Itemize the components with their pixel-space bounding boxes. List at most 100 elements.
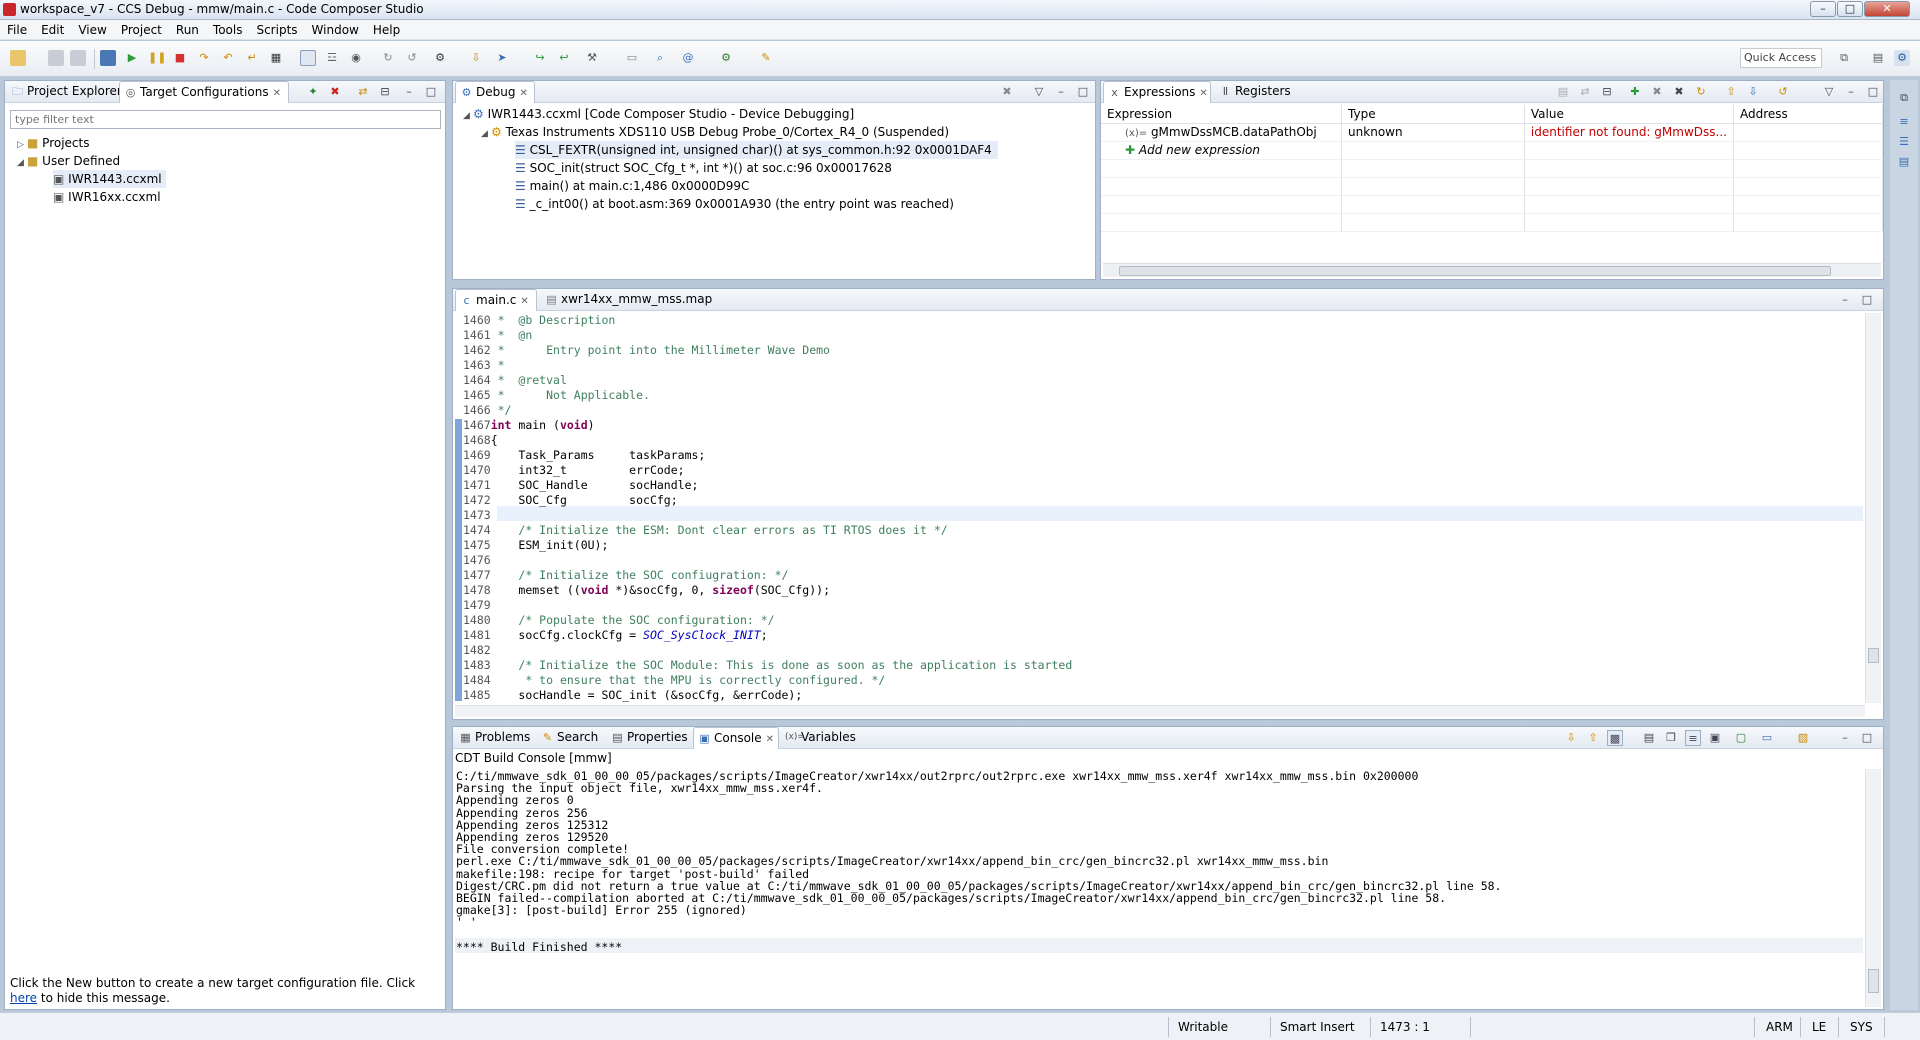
scrollbar-thumb[interactable] (1119, 266, 1831, 276)
code-line[interactable]: 1475 ESM_init(0U); (463, 538, 608, 553)
code-line[interactable]: 1483 /* Initialize the SOC Module: This … (463, 658, 1072, 673)
code-line[interactable]: 1481 socCfg.clockCfg = SOC_SysClock_INIT… (463, 628, 768, 643)
maximize-view-icon[interactable]: □ (1859, 730, 1875, 746)
export-icon[interactable]: ⇩ (1745, 84, 1761, 100)
terminate-icon[interactable]: ■ (172, 50, 188, 66)
tab-expressions[interactable]: x Expressions ✕ (1103, 81, 1211, 103)
search-icon[interactable]: ⌕ (652, 50, 668, 66)
minimize-view-icon[interactable]: – (1837, 730, 1853, 746)
clear-console-icon[interactable]: ▤ (1641, 730, 1657, 746)
memory-grid-icon[interactable]: ▦ (268, 50, 284, 66)
show-logical-icon[interactable]: ⇄ (1577, 84, 1593, 100)
step-into-icon[interactable]: ↷ (196, 50, 212, 66)
maximize-view-icon[interactable]: □ (1075, 84, 1091, 100)
debug-launch-row[interactable]: ◢ ⚙ IWR1443.ccxml [Code Composer Studio -… (463, 105, 854, 123)
code-line[interactable]: 1467int main (void) (463, 418, 595, 433)
column-type[interactable]: Type (1341, 105, 1525, 124)
tools-icon[interactable]: ⚒ (584, 50, 600, 66)
delete-icon[interactable]: ✖ (327, 84, 343, 100)
code-line[interactable]: 1473 (463, 508, 491, 523)
save-icon[interactable] (48, 50, 64, 66)
remove-launches-icon[interactable]: ✖ (999, 84, 1015, 100)
maximize-view-icon[interactable]: □ (1859, 292, 1875, 308)
tab-problems[interactable]: ▦ Problems (455, 727, 535, 749)
copy-icon[interactable]: ❐ (1663, 730, 1679, 746)
stack-frame-row[interactable]: ☰ main() at main.c:1,486 0x0000D99C (515, 177, 749, 195)
load-program-icon[interactable]: ⇩ (468, 50, 484, 66)
code-line[interactable]: 1470 int32_t errCode; (463, 463, 685, 478)
open-console-icon[interactable]: ▧ (1795, 730, 1811, 746)
scroll-up-icon[interactable]: ⇧ (1585, 730, 1601, 746)
maximize-view-icon[interactable]: □ (423, 84, 439, 100)
tab-properties[interactable]: ▤ Properties (607, 727, 691, 749)
collapse-icon[interactable]: ◢ (17, 154, 27, 172)
minimize-view-icon[interactable]: – (1843, 84, 1859, 100)
tab-variables[interactable]: (x)= Variables (781, 727, 861, 749)
word-wrap-icon[interactable]: ≡ (1685, 730, 1701, 746)
at-icon[interactable]: @ (680, 50, 696, 66)
column-address[interactable]: Address (1733, 105, 1884, 124)
tree-item-user-defined[interactable]: ◢ ■ User Defined (17, 152, 120, 170)
scroll-down-icon[interactable]: ⇩ (1563, 730, 1579, 746)
link-icon[interactable]: ☲ (324, 50, 340, 66)
code-line[interactable]: 1462 * Entry point into the Millimeter W… (463, 343, 830, 358)
minimize-view-icon[interactable]: – (401, 84, 417, 100)
code-line[interactable]: 1463 * (463, 358, 505, 373)
add-expression-icon[interactable]: ✚ (1627, 84, 1643, 100)
tree-item-iwr16xx[interactable]: ▣ IWR16xx.ccxml (53, 188, 161, 206)
code-line[interactable]: 1469 Task_Params taskParams; (463, 448, 705, 463)
close-tab-icon[interactable]: ✕ (520, 296, 528, 307)
maximize-view-icon[interactable]: □ (1865, 84, 1881, 100)
scrollbar-thumb[interactable] (1868, 969, 1879, 993)
code-line[interactable]: 1482 (463, 643, 491, 658)
code-line[interactable]: 1472 SOC_Cfg socCfg; (463, 493, 678, 508)
close-tab-icon[interactable]: ✕ (519, 88, 527, 99)
new-config-icon[interactable]: ✦ (305, 84, 321, 100)
assembly-over-icon[interactable]: ↩ (556, 50, 572, 66)
minimize-view-icon[interactable]: – (1053, 84, 1069, 100)
run-icon[interactable]: ➤ (494, 50, 510, 66)
code-line[interactable]: 1476 (463, 553, 491, 568)
collapse-all-icon[interactable]: ⊟ (377, 84, 393, 100)
refresh-icon[interactable]: ⇄ (355, 84, 371, 100)
display-console-icon[interactable]: ▢ (1733, 730, 1749, 746)
new-icon[interactable] (10, 50, 26, 66)
tree-item-projects[interactable]: ▷ ■ Projects (17, 134, 89, 152)
code-line[interactable]: 1471 SOC_Handle socHandle; (463, 478, 698, 493)
stack-frame-row[interactable]: ☰ CSL_FEXTR(unsigned int, unsigned char)… (515, 141, 998, 159)
hide-message-link[interactable]: here (10, 991, 37, 1005)
open-perspective-icon[interactable]: ⧉ (1836, 50, 1852, 66)
console-menu-icon[interactable]: ▭ (1759, 730, 1775, 746)
code-line[interactable]: 1477 /* Initialize the SOC confiugration… (463, 568, 788, 583)
vertical-scrollbar[interactable] (1865, 769, 1881, 1007)
close-button[interactable]: ✕ (1864, 1, 1910, 17)
scroll-lock-icon[interactable]: ▩ (1607, 730, 1623, 746)
code-line[interactable]: 1464 * @retval (463, 373, 567, 388)
expression-cell[interactable]: (x)= gMmwDssMCB.dataPathObj (1101, 123, 1343, 142)
menu-view[interactable]: View (71, 20, 113, 40)
debug-probe-row[interactable]: ◢ ⚙ Texas Instruments XDS110 USB Debug Pr… (481, 123, 949, 141)
ccs-debug-perspective-icon[interactable]: ⚙ (1894, 50, 1910, 66)
show-type-icon[interactable]: ▤ (1555, 84, 1571, 100)
toggle-icon[interactable] (300, 50, 316, 66)
add-expression-row[interactable]: ✚ Add new expression (1101, 141, 1884, 160)
menu-run[interactable]: Run (169, 20, 206, 40)
import-icon[interactable]: ⇧ (1723, 84, 1739, 100)
code-line[interactable]: 1485 socHandle = SOC_init (&socCfg, &err… (463, 688, 802, 703)
refresh-icon[interactable]: ↻ (1693, 84, 1709, 100)
continuous-refresh-icon[interactable]: ↺ (1775, 84, 1791, 100)
close-tab-icon[interactable]: ✕ (1199, 88, 1207, 99)
collapse-icon[interactable]: ◢ (481, 125, 491, 143)
save-all-icon[interactable] (70, 50, 86, 66)
menu-tools[interactable]: Tools (206, 20, 250, 40)
view-menu-icon[interactable]: ▽ (1031, 84, 1047, 100)
pin-console-icon[interactable]: ▣ (1707, 730, 1723, 746)
pin-icon[interactable]: ✎ (758, 50, 774, 66)
code-line[interactable]: 1484 * to ensure that the MPU is correct… (463, 673, 885, 688)
scrollbar-thumb[interactable] (1868, 648, 1879, 663)
tab-main-c[interactable]: c main.c ✕ (455, 289, 537, 311)
filter-input[interactable] (10, 110, 441, 129)
tab-target-configurations[interactable]: ◎ Target Configurations ✕ (119, 81, 289, 103)
menu-edit[interactable]: Edit (34, 20, 71, 40)
console-output[interactable]: C:/ti/mmwave_sdk_01_00_00_05/packages/sc… (456, 769, 1864, 999)
